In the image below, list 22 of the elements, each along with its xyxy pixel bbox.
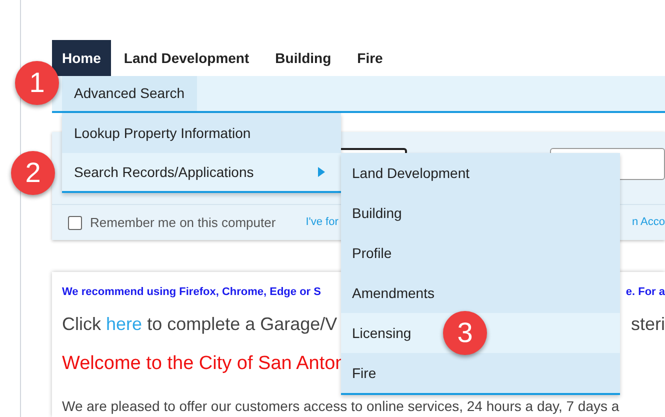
checkbox[interactable] xyxy=(68,216,82,230)
menu-item[interactable]: Building xyxy=(341,193,620,233)
menu-item[interactable]: Amendments xyxy=(341,273,620,313)
menu-item[interactable]: Profile xyxy=(341,233,620,273)
nav-tab[interactable]: Land Development xyxy=(110,40,262,76)
callout-badge: 1 xyxy=(15,61,59,105)
garage-sale-notice: Click here to complete a Garage/V xyxy=(62,312,338,336)
submenu-item[interactable]: Advanced Search xyxy=(62,76,197,111)
nav-tab[interactable]: Fire xyxy=(344,40,396,76)
submenu-arrow-icon xyxy=(318,167,325,177)
menu-item[interactable]: Lookup Property Information xyxy=(62,113,341,153)
checkbox-label: Remember me on this computer xyxy=(90,214,276,232)
nav-tab[interactable]: Building xyxy=(262,40,344,76)
menu-item[interactable]: Land Development xyxy=(341,153,620,193)
browser-notice: e. For a xyxy=(626,285,665,300)
browser-notice: We recommend using Firefox, Chrome, Edge or S xyxy=(62,285,321,300)
menu-item[interactable]: Search Records/Applications xyxy=(62,153,341,193)
registration-notice: steri xyxy=(630,312,665,336)
nav-tab[interactable]: Home xyxy=(52,40,111,76)
callout-badge: 2 xyxy=(11,151,55,195)
intro-text: We are pleased to offer our customers access to online services, 24 hours a day, 7 days a xyxy=(62,398,620,414)
menu-item[interactable]: Fire xyxy=(341,353,620,393)
